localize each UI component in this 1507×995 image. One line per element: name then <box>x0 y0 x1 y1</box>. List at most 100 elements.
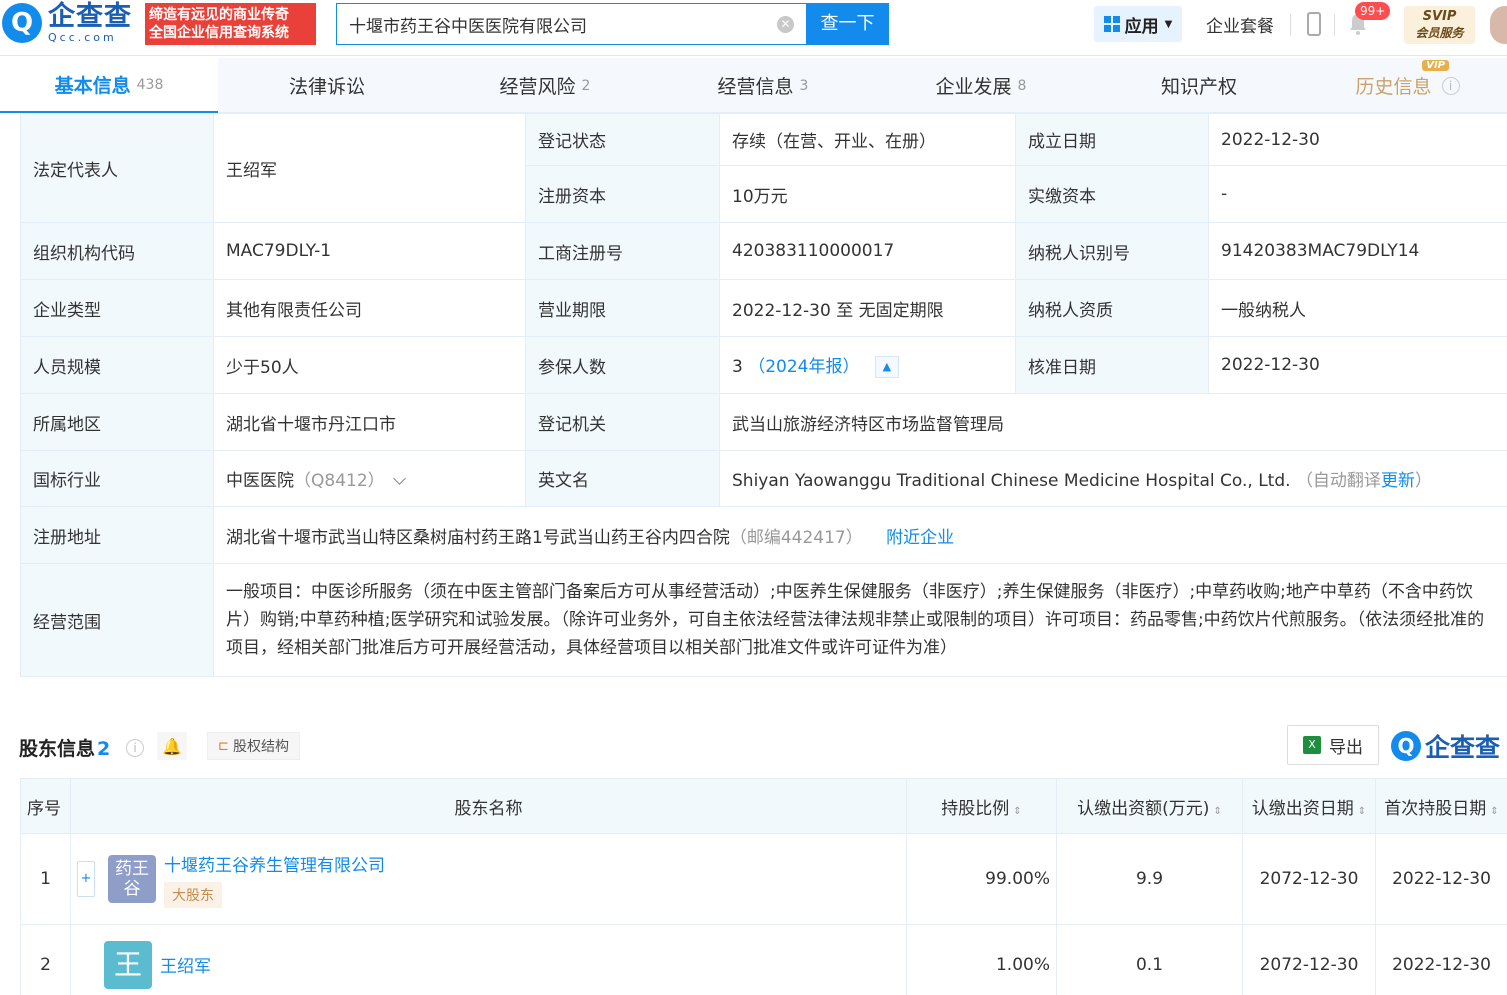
org-code-value: MAC79DLY-1 <box>213 222 526 280</box>
shareholder-name-link[interactable]: 十堰药王谷养生管理有限公司 <box>164 851 385 876</box>
tab-label: 历史信息 <box>1355 76 1432 98</box>
legal-rep-link[interactable]: 王绍军 <box>213 113 526 223</box>
caret-down-icon: ▼ <box>1164 18 1173 30</box>
shareholder-name-cell: + 药王谷 十堰药王谷养生管理有限公司 大股东 <box>70 833 907 925</box>
ratio-value: 1.00% <box>906 924 1057 995</box>
tab-litigation[interactable]: 法律诉讼 <box>218 58 436 113</box>
logo-en-text: Qcc.com <box>48 31 117 44</box>
qcc-watermark-icon: Q <box>1391 731 1421 761</box>
search-button[interactable]: 查一下 <box>806 3 889 45</box>
expand-icon[interactable]: + <box>77 861 95 897</box>
company-type-label: 企业类型 <box>20 279 214 337</box>
est-date-label: 成立日期 <box>1015 113 1209 166</box>
update-link[interactable]: 更新 <box>1381 471 1415 491</box>
shareholder-name-link[interactable]: 王绍军 <box>160 952 211 977</box>
follow-bell-icon[interactable]: 🔔 <box>157 732 187 760</box>
qcc-logo[interactable]: Q 企查查 Qcc.com <box>2 3 132 43</box>
tab-label: 法律诉讼 <box>288 76 365 98</box>
col-header-ratio[interactable]: 持股比例 ⇕ <box>906 778 1057 834</box>
svip-button[interactable]: SVIP 会员服务 <box>1404 6 1475 44</box>
col-header-index: 序号 <box>20 778 71 834</box>
col-label: 认缴出资额(万元) <box>1077 798 1210 819</box>
address-value: 湖北省十堰市武当山特区桑树庙村药王路1号武当山药王谷内四合院 <box>226 527 730 548</box>
insured-year-link[interactable]: （2024年报） <box>748 357 859 377</box>
col-label: 首次持股日期 <box>1384 798 1487 819</box>
slogan-line2: 全国企业信用查询系统 <box>149 25 289 41</box>
nearby-companies-link[interactable]: 附近企业 <box>886 528 954 548</box>
sub-date-value: 2072-12-30 <box>1242 924 1376 995</box>
tab-label: 知识产权 <box>1160 76 1237 98</box>
col-header-first-date[interactable]: 首次持股日期 ⇕ <box>1375 778 1507 834</box>
legal-rep-label: 法定代表人 <box>20 113 214 223</box>
insured-label: 参保人数 <box>525 336 720 394</box>
svip-sub-label: 会员服务 <box>1415 26 1464 40</box>
basic-info-table: 法定代表人 王绍军 登记状态 存续（在营、开业、在册） 成立日期 2022-12… <box>20 113 1507 677</box>
address-cell: 湖北省十堰市武当山特区桑树庙村药王路1号武当山药王谷内四合院（邮编442417）… <box>213 506 1507 564</box>
help-icon[interactable]: i <box>126 739 144 757</box>
tab-business-info[interactable]: 经营信息 3 <box>654 58 872 113</box>
auto-translate-note: （自动翻译 <box>1295 471 1381 491</box>
shareholders-table: 序号 股东名称 持股比例 ⇕ 认缴出资额(万元) ⇕ 认缴出资日期 ⇕ 首次持股日期 ⇕… <box>20 778 1507 995</box>
section-title: 股东信息 <box>19 738 96 760</box>
industry-code: （Q8412） <box>294 471 385 491</box>
apps-button[interactable]: 应用 ▼ <box>1094 6 1182 42</box>
scope-label: 经营范围 <box>20 563 214 677</box>
scope-value: 一般项目：中医诊所服务（须在中医主管部门备案后方可从事经营活动）;中医养生保健服… <box>213 563 1507 677</box>
col-header-sub-date[interactable]: 认缴出资日期 ⇕ <box>1242 778 1376 834</box>
insured-cell: 3 （2024年报） ▲ <box>719 336 1016 394</box>
tab-history[interactable]: VIP 历史信息 i <box>1308 58 1507 113</box>
col-header-name: 股东名称 <box>70 778 907 834</box>
region-label: 所属地区 <box>20 393 214 451</box>
biz-term-value: 2022-12-30 至 无固定期限 <box>719 279 1016 337</box>
avatar[interactable] <box>1490 6 1507 44</box>
en-name-cell: Shiyan Yaowanggu Traditional Chinese Med… <box>719 450 1507 507</box>
slogan-banner: 缔造有远见的商业传奇 全国企业信用查询系统 <box>145 3 316 45</box>
sort-icon[interactable]: ⇕ <box>1490 806 1498 817</box>
taxpayer-qual-label: 纳税人资质 <box>1015 279 1209 337</box>
export-button[interactable]: X 导出 <box>1287 725 1379 765</box>
first-date-value: 2022-12-30 <box>1375 833 1507 925</box>
biz-term-label: 营业期限 <box>525 279 720 337</box>
search-input[interactable] <box>337 4 757 44</box>
mobile-icon[interactable] <box>1307 12 1321 36</box>
col-header-amount[interactable]: 认缴出资额(万元) ⇕ <box>1056 778 1243 834</box>
enterprise-package-link[interactable]: 企业套餐 <box>1206 12 1274 37</box>
equity-structure-label: 股权结构 <box>232 739 289 755</box>
en-name-label: 英文名 <box>525 450 720 507</box>
notification-badge: 99+ <box>1355 2 1391 20</box>
qcc-watermark-logo: Q 企查查 <box>1391 728 1500 764</box>
info-icon[interactable]: i <box>1441 76 1460 95</box>
approval-date-label: 核准日期 <box>1015 336 1209 394</box>
tab-count: 8 <box>1017 77 1027 94</box>
reg-status-label: 登记状态 <box>525 113 720 166</box>
tab-label: 基本信息 <box>54 75 131 97</box>
insured-value: 3 <box>732 357 743 377</box>
chevron-down-icon[interactable] <box>392 472 406 485</box>
vip-tag: VIP <box>1422 60 1449 71</box>
equity-structure-button[interactable]: ⊏ 股权结构 <box>207 732 300 760</box>
sort-icon[interactable]: ⇕ <box>1358 806 1366 817</box>
tab-label: 企业发展 <box>935 76 1012 98</box>
biz-reg-no-value: 420383110000017 <box>719 222 1016 280</box>
tab-count: 3 <box>799 77 809 94</box>
logo-cn-text: 企查查 <box>48 1 132 32</box>
tab-business-risk[interactable]: 经营风险 2 <box>436 58 654 113</box>
tab-basic-info[interactable]: 基本信息 438 <box>0 58 218 113</box>
apps-label: 应用 <box>1124 16 1159 37</box>
industry-cell[interactable]: 中医医院（Q8412） <box>213 450 526 507</box>
sort-icon[interactable]: ⇕ <box>1213 806 1221 817</box>
amount-value: 9.9 <box>1056 833 1243 925</box>
tab-development[interactable]: 企业发展 8 <box>872 58 1090 113</box>
region-value: 湖北省十堰市丹江口市 <box>213 393 526 451</box>
shareholders-count: 2 <box>97 738 111 760</box>
staff-value: 少于50人 <box>213 336 526 394</box>
reg-capital-value: 10万元 <box>719 165 1016 223</box>
note-suffix: ） <box>1414 471 1432 491</box>
clear-icon[interactable]: ✕ <box>777 16 794 33</box>
tab-ip[interactable]: 知识产权 <box>1090 58 1308 113</box>
shareholder-name-cell: 王 王绍军 <box>70 924 907 995</box>
table-row: 1 + 药王谷 十堰药王谷养生管理有限公司 大股东 99.00% 9.9 207… <box>20 833 1507 925</box>
trend-chart-icon[interactable]: ▲ <box>874 356 899 378</box>
sort-icon[interactable]: ⇕ <box>1013 806 1021 817</box>
company-logo: 药王谷 <box>108 855 156 903</box>
